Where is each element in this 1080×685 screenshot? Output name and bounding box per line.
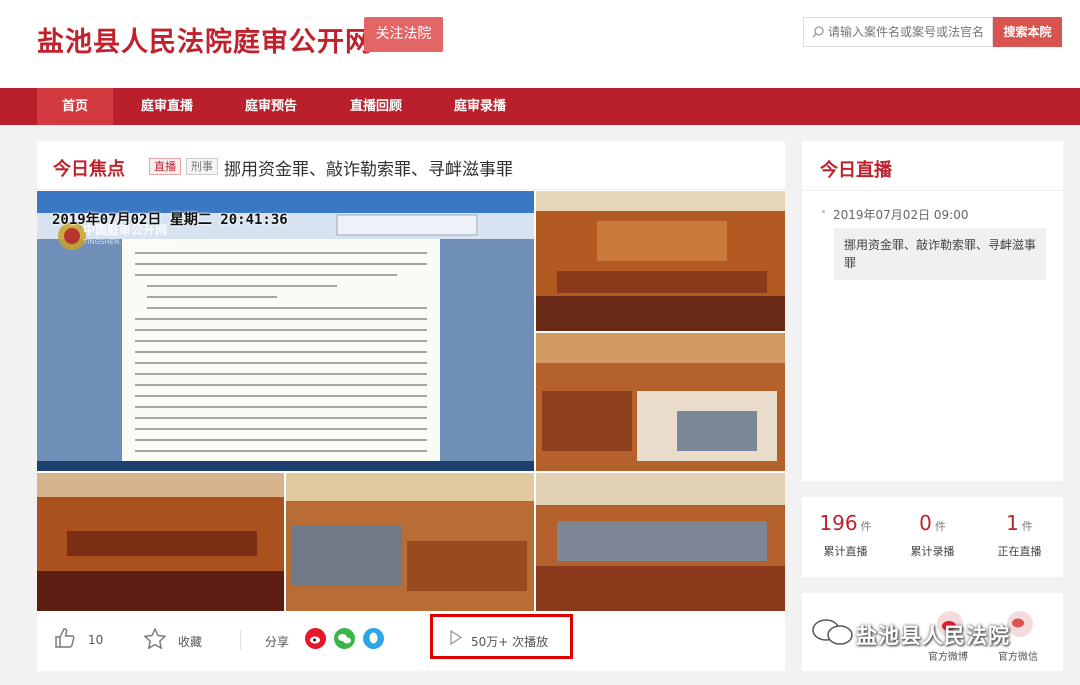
stats-panel: 196 件 累计直播 0件 累计录播 1件 正在直播 [802,497,1063,577]
case-type-badge: 刑事 [186,158,218,175]
video-watermark: 中国庭审公开网 [83,223,168,237]
focus-header: 今日焦点 直播 刑事 挪用资金罪、敲诈勒索罪、寻衅滋事罪 [37,141,785,190]
stat-label: 累计录播 [910,545,955,558]
main-nav: 首页 庭审直播 庭审预告 直播回顾 庭审录播 [0,88,1080,125]
stat-total-recorded: 0件 累计录播 [889,511,976,559]
case-title[interactable]: 挪用资金罪、敲诈勒索罪、寻衅滋事罪 [224,155,513,180]
video-watermark-sub: TINGSHEN.COURT.GOV.CN [83,238,175,246]
qq-share-icon[interactable] [363,628,384,649]
stat-unit: 件 [860,520,872,533]
search-input[interactable] [828,22,990,42]
bullet-icon [822,210,825,213]
search-icon [812,26,824,38]
stat-unit: 件 [934,520,946,533]
stat-unit: 件 [1021,520,1033,533]
nav-live-trials[interactable]: 庭审直播 [127,88,207,125]
nav-trial-preview[interactable]: 庭审预告 [231,88,311,125]
stat-total-live: 196 件 累计直播 [802,511,889,559]
wechat-icon[interactable] [1007,611,1033,637]
weibo-share-icon[interactable] [305,628,326,649]
wechat-share-icon[interactable] [334,628,355,649]
official-weibo-label[interactable]: 官方微博 [928,648,968,663]
live-case-link[interactable]: 挪用资金罪、敲诈勒索罪、寻衅滋事罪 [834,228,1046,280]
follow-court-button[interactable]: 关注法院 [364,17,443,52]
site-header: 盐池县人民法院庭审公开网 关注法院 搜索本院 [0,0,1080,88]
focus-title: 今日焦点 [53,159,125,180]
stat-number: 196 [819,511,858,535]
stat-label: 正在直播 [997,545,1042,558]
stat-now-live: 1件 正在直播 [976,511,1063,559]
divider [802,190,1063,191]
collect-button[interactable]: 收藏 [178,633,202,650]
thumbs-up-icon[interactable] [53,627,75,649]
star-icon[interactable] [144,628,166,649]
live-datetime: 2019年07月02日 09:00 [833,208,969,222]
stat-label: 累计直播 [823,545,868,558]
courtroom-video-frame [37,191,785,611]
site-title[interactable]: 盐池县人民法院庭审公开网 [37,20,373,59]
nav-trial-recordings[interactable]: 庭审录播 [440,88,520,125]
search-box[interactable] [803,17,993,47]
official-wechat-label[interactable]: 官方微信 [998,648,1038,663]
live-badge: 直播 [149,158,181,175]
like-count: 10 [88,633,104,647]
video-toolbar: 10 收藏 分享 50万+ 次播放 [37,611,785,671]
nav-home[interactable]: 首页 [37,88,113,125]
search-button[interactable]: 搜索本院 [993,17,1062,47]
stat-number: 0 [919,511,932,535]
stat-number: 1 [1006,511,1019,535]
nav-live-review[interactable]: 直播回顾 [336,88,416,125]
account-watermark: 盐池县人民法院 [856,624,1010,648]
today-live-panel: 今日直播 2019年07月02日 09:00 挪用资金罪、敲诈勒索罪、寻衅滋事罪 [802,141,1063,481]
video-player[interactable]: 2019年07月02日 星期二 20:41:36 中国庭审公开网 TINGSHE… [37,191,785,611]
divider [240,630,241,650]
wechat-watermark-icon [812,619,853,645]
share-label: 分享 [265,635,290,649]
play-count: 50万+ 次播放 [471,635,549,649]
today-live-title: 今日直播 [820,160,892,181]
today-focus-card: 今日焦点 直播 刑事 挪用资金罪、敲诈勒索罪、寻衅滋事罪 2019年07月02日… [37,141,785,671]
play-icon [450,630,462,645]
